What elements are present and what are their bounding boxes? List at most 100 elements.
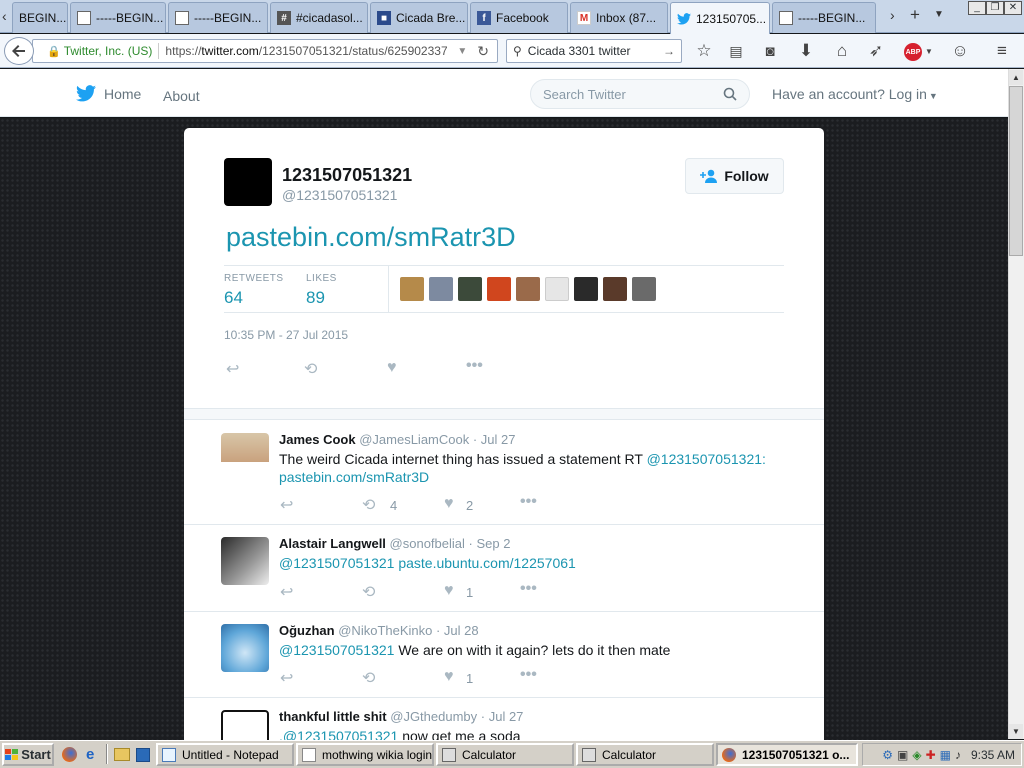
tweet-author-handle[interactable]: @1231507051321: [282, 187, 397, 203]
tab-4[interactable]: # #cicadasol...: [270, 2, 368, 33]
tab-3[interactable]: -----BEGIN...: [168, 2, 268, 33]
adblock-icon[interactable]: ABP: [904, 43, 922, 61]
more-options-icon[interactable]: •••: [466, 357, 483, 375]
like-heart-icon[interactable]: ♥: [444, 495, 454, 513]
taskbar-calculator-2[interactable]: Calculator: [576, 743, 714, 766]
avatar[interactable]: [221, 433, 269, 481]
retweets-count[interactable]: 64: [224, 288, 243, 308]
reply-date[interactable]: · Jul 28: [436, 623, 479, 638]
avatar[interactable]: [429, 277, 453, 301]
avatar[interactable]: [221, 624, 269, 672]
pastebin-link[interactable]: pastebin.com/smRatr3D: [279, 469, 429, 485]
search-bar[interactable]: ⚲ Cicada 3301 twitter →: [506, 39, 682, 63]
tray-network-icon[interactable]: ⚙: [882, 748, 893, 762]
taskbar-firefox-active[interactable]: 1231507051321 o...: [716, 743, 858, 766]
avatar[interactable]: [400, 277, 424, 301]
avatar[interactable]: [487, 277, 511, 301]
tab-7[interactable]: M Inbox (87...: [570, 2, 668, 33]
bookmark-star-icon[interactable]: ☆: [694, 41, 714, 61]
reply-author-handle[interactable]: @JGthedumby: [390, 709, 477, 724]
reply-tweet[interactable]: Oğuzhan @NikoTheKinko · Jul 28 @12315070…: [184, 612, 824, 698]
close-window-icon[interactable]: ✕: [1004, 1, 1022, 15]
retweet-icon[interactable]: ⟲: [362, 495, 375, 515]
tweet-timestamp[interactable]: 10:35 PM - 27 Jul 2015: [224, 328, 348, 342]
like-heart-icon[interactable]: ♥: [444, 668, 454, 686]
retweet-icon[interactable]: ⟲: [362, 668, 375, 688]
avatar[interactable]: [458, 277, 482, 301]
retweet-icon[interactable]: ⟲: [362, 582, 375, 602]
back-button[interactable]: [4, 37, 34, 65]
new-tab-icon[interactable]: +: [910, 5, 920, 25]
avatar[interactable]: [516, 277, 540, 301]
mention-link[interactable]: @1231507051321: [279, 555, 394, 571]
reply-tweet[interactable]: James Cook @JamesLiamCook · Jul 27 The w…: [184, 421, 824, 525]
url-dropdown-icon[interactable]: ▼: [457, 46, 467, 57]
mention-link[interactable]: @1231507051321:: [647, 451, 766, 467]
tray-volume-icon[interactable]: ♪: [955, 748, 961, 762]
tab-list-icon[interactable]: ▼: [934, 9, 944, 20]
tab-2[interactable]: -----BEGIN...: [70, 2, 166, 33]
taskbar-calculator-1[interactable]: Calculator: [436, 743, 574, 766]
avatar[interactable]: [603, 277, 627, 301]
follow-button[interactable]: Follow: [685, 158, 784, 194]
paste-link[interactable]: paste.ubuntu.com/12257061: [398, 555, 575, 571]
start-button[interactable]: Start: [2, 743, 54, 766]
avatar[interactable]: [221, 710, 269, 740]
more-options-icon[interactable]: •••: [520, 666, 537, 684]
mention-link[interactable]: .@1231507051321: [279, 728, 398, 740]
reply-author-name[interactable]: Alastair Langwell: [279, 536, 386, 551]
mention-link[interactable]: @1231507051321: [279, 642, 394, 658]
reply-author-handle[interactable]: @JamesLiamCook: [359, 432, 469, 447]
avatar[interactable]: [545, 277, 569, 301]
pocket-icon[interactable]: ◙: [760, 41, 780, 61]
tweet-author-name[interactable]: 1231507051321: [282, 165, 412, 186]
reply-date[interactable]: · Sep 2: [469, 536, 511, 551]
reply-author-handle[interactable]: @sonofbelial: [390, 536, 465, 551]
reply-tweet[interactable]: thankful little shit @JGthedumby · Jul 2…: [184, 698, 824, 740]
reply-date[interactable]: · Jul 27: [473, 432, 516, 447]
close-tab-icon[interactable]: ✕: [766, 11, 769, 27]
quicklaunch-app-icon[interactable]: [136, 748, 150, 762]
avatar[interactable]: [574, 277, 598, 301]
reply-author-name[interactable]: thankful little shit: [279, 709, 387, 724]
url-text[interactable]: https://twitter.com/1231507051321/status…: [165, 44, 447, 58]
tray-display-icon[interactable]: ▣: [897, 748, 908, 762]
tray-security-icon[interactable]: ✚: [926, 748, 936, 762]
tab-active-twitter[interactable]: 123150705... ✕: [670, 2, 770, 34]
reply-author-handle[interactable]: @NikoTheKinko: [338, 623, 432, 638]
smiley-icon[interactable]: ☺: [950, 41, 970, 61]
search-go-icon[interactable]: →: [663, 44, 675, 58]
clock[interactable]: 9:35 AM: [971, 748, 1015, 762]
reply-author-name[interactable]: James Cook: [279, 432, 356, 447]
tab-scroll-left-icon[interactable]: ‹: [2, 8, 7, 24]
adblock-dropdown-icon[interactable]: ▼: [925, 47, 933, 56]
search-icon[interactable]: [723, 87, 737, 101]
scroll-down-icon[interactable]: ▼: [1009, 724, 1023, 739]
like-heart-icon[interactable]: ♥: [387, 359, 397, 377]
taskbar-notepad[interactable]: Untitled - Notepad: [156, 743, 294, 766]
reply-icon[interactable]: ↩: [280, 495, 293, 515]
tab-scroll-right-icon[interactable]: ›: [890, 7, 895, 23]
tray-connection-icon[interactable]: ▦: [940, 748, 951, 762]
tab-1[interactable]: BEGIN...: [12, 2, 68, 33]
quicklaunch-folder-icon[interactable]: [114, 748, 130, 761]
downloads-icon[interactable]: ⬇: [796, 41, 816, 61]
reply-icon[interactable]: ↩: [280, 582, 293, 602]
minimize-window-icon[interactable]: _: [968, 1, 986, 15]
tweet-text-link[interactable]: pastebin.com/smRatr3D: [226, 222, 516, 253]
scrollbar-thumb[interactable]: [1009, 86, 1023, 256]
likes-count[interactable]: 89: [306, 288, 325, 308]
restore-window-icon[interactable]: ❐: [986, 1, 1004, 15]
site-identity[interactable]: Twitter, Inc. (US): [64, 44, 153, 58]
reply-icon[interactable]: ↩: [226, 359, 239, 379]
tab-9[interactable]: -----BEGIN...: [772, 2, 876, 33]
reply-tweet[interactable]: Alastair Langwell @sonofbelial · Sep 2 @…: [184, 525, 824, 612]
ie-quicklaunch-icon[interactable]: e: [86, 746, 94, 763]
reply-date[interactable]: · Jul 27: [481, 709, 524, 724]
avatar[interactable]: [632, 277, 656, 301]
taskbar-mothwing[interactable]: mothwing wikia login...: [296, 743, 434, 766]
twitter-search-input[interactable]: Search Twitter: [530, 79, 750, 109]
reload-icon[interactable]: ↻: [477, 43, 489, 60]
more-options-icon[interactable]: •••: [520, 493, 537, 511]
home-link[interactable]: Home: [76, 85, 141, 102]
